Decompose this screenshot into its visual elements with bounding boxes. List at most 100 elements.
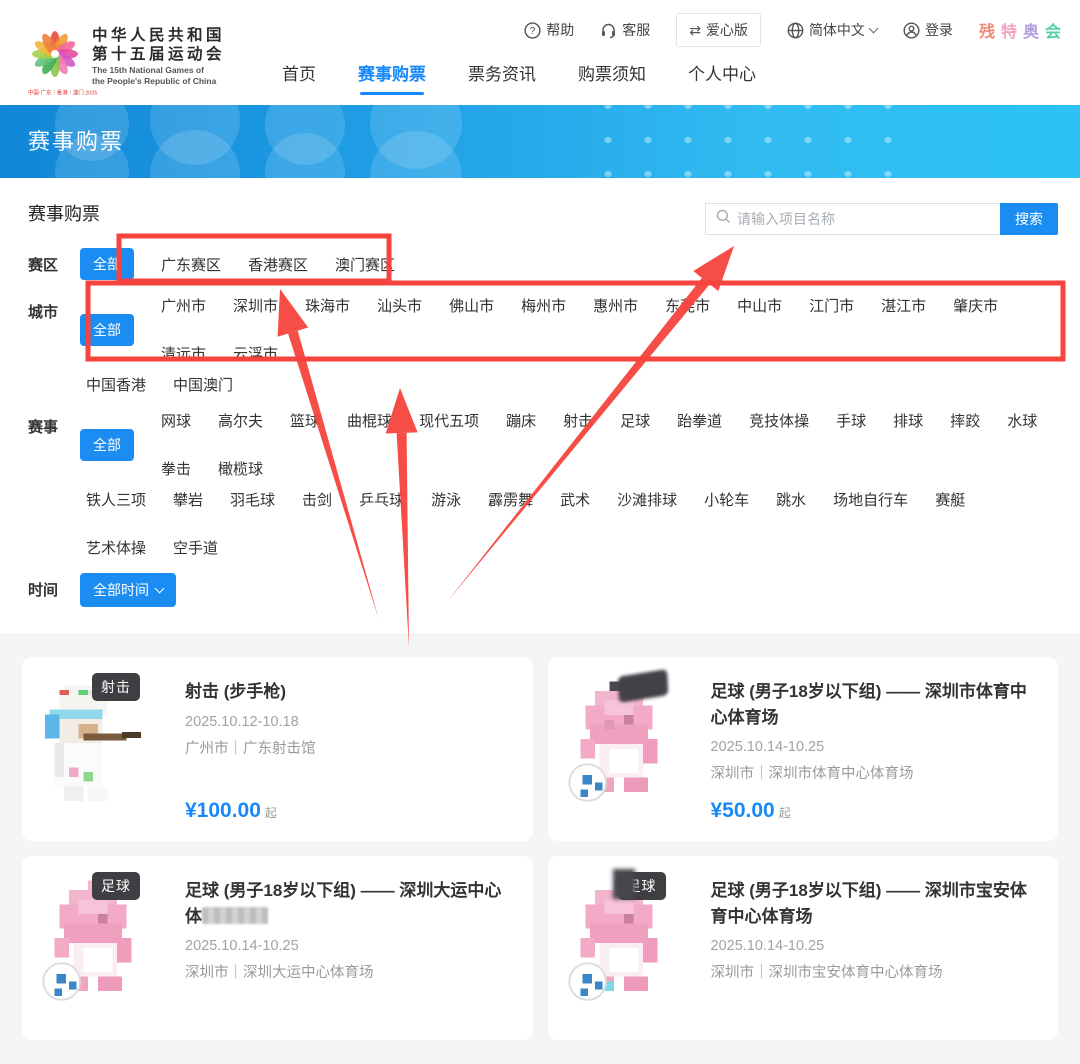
nav-item-购票须知[interactable]: 购票须知 — [578, 60, 646, 95]
price-value: ¥100.00 — [185, 799, 261, 822]
time-value: 全部时间 — [93, 580, 149, 600]
sport-option[interactable]: 橄榄球 — [218, 458, 263, 479]
redacted-text-block — [202, 907, 268, 924]
city-options-row2: 中国香港 中国澳门 — [86, 374, 1052, 395]
sport-option[interactable]: 手球 — [836, 410, 866, 431]
region-option[interactable]: 澳门赛区 — [335, 254, 395, 275]
page-banner: 赛事购票 — [0, 105, 1080, 178]
city-option[interactable]: 广州市 — [161, 295, 206, 316]
nav-item-个人中心[interactable]: 个人中心 — [688, 60, 756, 95]
sport-option[interactable]: 网球 — [161, 410, 191, 431]
city-option[interactable]: 云浮市 — [233, 343, 278, 364]
sport-option[interactable]: 羽毛球 — [230, 489, 275, 510]
sport-option[interactable]: 水球 — [1007, 410, 1037, 431]
sport-option[interactable]: 攀岩 — [173, 489, 203, 510]
city-option[interactable]: 中国澳门 — [173, 374, 233, 395]
city-option[interactable]: 肇庆市 — [953, 295, 998, 316]
sport-all-button[interactable]: 全部 — [80, 429, 134, 461]
sport-option[interactable]: 现代五项 — [419, 410, 479, 431]
sport-option[interactable]: 沙滩排球 — [617, 489, 677, 510]
event-location: 广州市｜广东射击馆 — [185, 737, 513, 758]
city-option[interactable]: 中山市 — [737, 295, 782, 316]
sport-option[interactable]: 击剑 — [302, 489, 332, 510]
event-price: ¥100.00起 — [185, 799, 277, 823]
city-option[interactable]: 佛山市 — [449, 295, 494, 316]
city-option[interactable]: 梅州市 — [521, 295, 566, 316]
sport-option[interactable]: 铁人三项 — [86, 489, 146, 510]
login-button[interactable]: 登录 — [903, 20, 953, 40]
sport-option[interactable]: 艺术体操 — [86, 537, 146, 558]
event-card[interactable]: 足球 足球 (男子18岁以下组) —— 深 — [22, 856, 533, 1040]
time-dropdown[interactable]: 全部时间 — [80, 573, 176, 607]
event-title: 射击 (步手枪) — [185, 679, 513, 705]
event-title: 足球 (男子18岁以下组) —— 深圳市体育中心体育场 — [711, 679, 1039, 730]
price-suffix: 起 — [779, 806, 791, 820]
accessible-version-button[interactable]: ⇄ 爱心版 — [676, 13, 761, 47]
sport-option[interactable]: 武术 — [560, 489, 590, 510]
sport-option[interactable]: 赛艇 — [935, 489, 965, 510]
filter-row-sport: 赛事 全部 网球高尔夫篮球曲棍球现代五项蹦床射击足球跆拳道竞技体操手球排球摔跤水… — [28, 410, 1052, 558]
event-price: ¥50.00 起 — [711, 799, 791, 823]
city-option[interactable]: 东莞市 — [665, 295, 710, 316]
city-option[interactable]: 深圳市 — [233, 295, 278, 316]
sport-option[interactable]: 跳水 — [776, 489, 806, 510]
city-option[interactable]: 清远市 — [161, 343, 206, 364]
nav-item-赛事购票[interactable]: 赛事购票 — [358, 60, 426, 95]
event-card[interactable]: 射击 射击 (步手枪) — [22, 657, 533, 841]
sport-option[interactable]: 高尔夫 — [218, 410, 263, 431]
headset-icon — [600, 22, 617, 39]
sport-option[interactable]: 霹雳舞 — [488, 489, 533, 510]
sport-option[interactable]: 游泳 — [431, 489, 461, 510]
sport-option[interactable]: 竞技体操 — [749, 410, 809, 431]
search-button[interactable]: 搜索 — [1000, 203, 1058, 235]
question-circle-icon: ? — [524, 22, 541, 39]
event-date: 2025.10.12-10.18 — [185, 714, 513, 730]
event-card[interactable]: 足球 (男子18岁以下组) —— 深圳市体育中心体育场 2025.10.14-1… — [548, 657, 1059, 841]
city-option[interactable]: 湛江市 — [881, 295, 926, 316]
sport-options-row1: 网球 高尔夫 篮球 曲棍球 现代五项 蹦床 射击 足球 跆拳道 竞技体操 手球 排球 摔跤 水球拳击 橄榄球 — [161, 410, 1052, 479]
nav-item-票务资讯[interactable]: 票务资讯 — [468, 60, 536, 95]
city-option[interactable]: 中国香港 — [86, 374, 146, 395]
site-logo: 中国·广东｜香港｜澳门 2025 中华人民共和国 第十五届运动会 The 15t… — [28, 26, 225, 87]
event-card-grid: 射击 射击 (步手枪) — [0, 633, 1080, 1064]
search-bar: 搜索 — [705, 203, 1058, 235]
city-option[interactable]: 汕头市 — [377, 295, 422, 316]
sport-option[interactable]: 篮球 — [290, 410, 320, 431]
city-option[interactable]: 江门市 — [809, 295, 854, 316]
customer-service-link[interactable]: 客服 — [600, 20, 650, 40]
sport-option[interactable]: 乒乓球 — [359, 489, 404, 510]
sport-option[interactable]: 足球 — [620, 410, 650, 431]
para-games-char: 奥 — [1023, 18, 1040, 42]
sport-option[interactable]: 排球 — [893, 410, 923, 431]
sport-option[interactable]: 摔跤 — [950, 410, 980, 431]
price-value: ¥50.00 — [711, 799, 775, 822]
sport-badge: 射击 — [92, 673, 140, 701]
sport-badge: 足球 — [92, 872, 140, 900]
help-link[interactable]: ? 帮助 — [524, 20, 574, 40]
sport-option[interactable]: 蹦床 — [506, 410, 536, 431]
sport-option[interactable]: 场地自行车 — [833, 489, 908, 510]
search-input[interactable] — [737, 211, 990, 227]
sport-option[interactable]: 跆拳道 — [677, 410, 722, 431]
para-games-link[interactable]: 残特奥会 — [979, 18, 1062, 42]
sport-option[interactable]: 射击 — [563, 410, 593, 431]
city-option[interactable]: 珠海市 — [305, 295, 350, 316]
region-option[interactable]: 广东赛区 — [161, 254, 221, 275]
city-option[interactable]: 惠州市 — [593, 295, 638, 316]
nav-item-首页[interactable]: 首页 — [282, 60, 316, 95]
city-all-button[interactable]: 全部 — [80, 314, 134, 346]
sport-option[interactable]: 小轮车 — [704, 489, 749, 510]
sport-option[interactable]: 曲棍球 — [347, 410, 392, 431]
region-option[interactable]: 香港赛区 — [248, 254, 308, 275]
filter-row-region: 赛区 全部 广东赛区香港赛区澳门赛区 — [28, 248, 1052, 280]
sport-option[interactable]: 空手道 — [173, 537, 218, 558]
service-label: 客服 — [622, 20, 650, 40]
region-all-button[interactable]: 全部 — [80, 248, 134, 280]
games-emblem-icon: 中国·广东｜香港｜澳门 2025 — [28, 29, 82, 83]
language-selector[interactable]: 简体中文 — [787, 20, 877, 40]
filter-row-time: 时间 全部时间 — [28, 573, 1052, 607]
main-nav: 首页 赛事购票 票务资讯 购票须知 个人中心 — [282, 60, 756, 95]
sport-option[interactable]: 拳击 — [161, 458, 191, 479]
event-card[interactable]: 足球 足球 (男子18岁 — [548, 856, 1059, 1040]
sport-badge: 足球 — [618, 872, 666, 900]
